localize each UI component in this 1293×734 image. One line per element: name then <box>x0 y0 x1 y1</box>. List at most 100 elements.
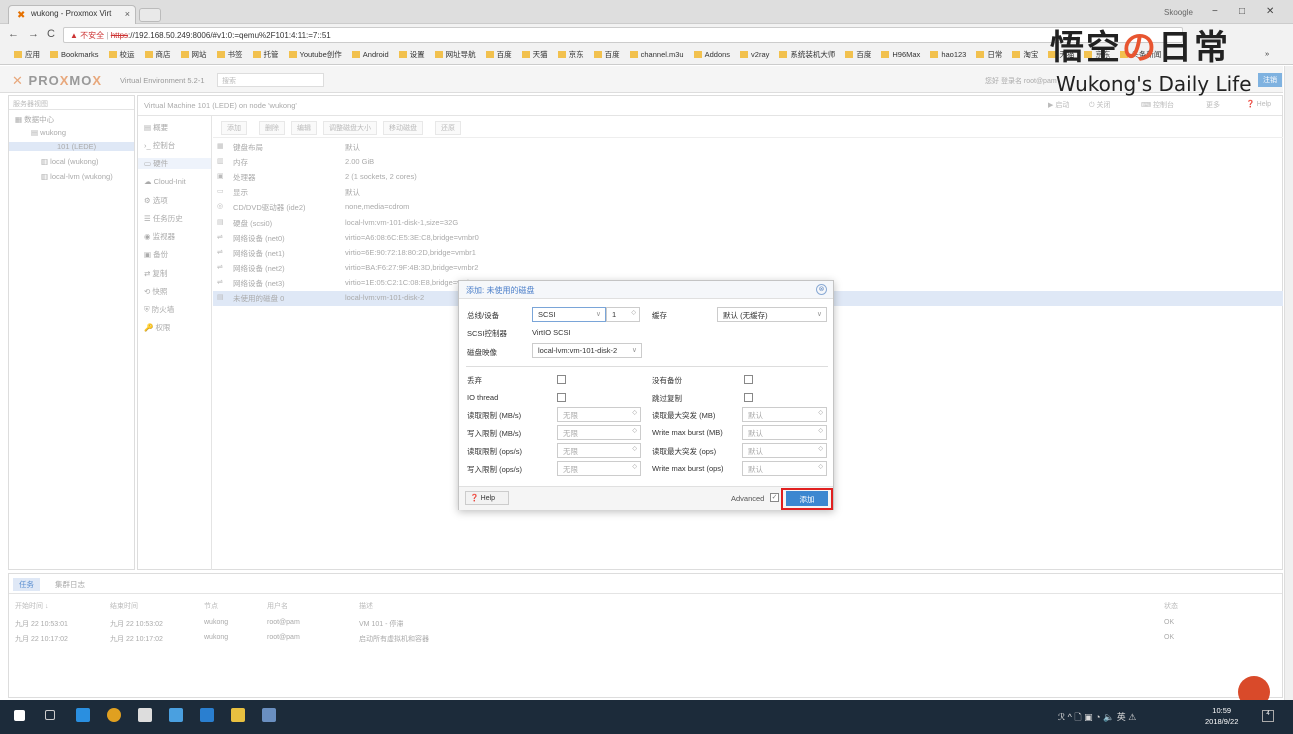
app-icon[interactable] <box>200 708 214 722</box>
tree-item-storage-lvm[interactable]: ▥ local-lvm (wukong) <box>41 172 113 181</box>
advanced-checkbox[interactable]: ✓ <box>770 493 779 502</box>
log-cell[interactable]: VM 101 - 停滞 <box>359 619 403 629</box>
bus-select[interactable]: SCSI ∨ <box>532 307 606 322</box>
bookmark-item[interactable]: 百度 <box>593 49 620 60</box>
bookmark-item[interactable]: 书签 <box>216 49 243 60</box>
bookmark-item[interactable]: channel.m3u <box>629 50 684 59</box>
start-button[interactable]: ▶ 启动 <box>1048 100 1069 110</box>
chrome-icon[interactable] <box>107 708 121 722</box>
cache-select[interactable]: 默认 (无缓存) ∨ <box>717 307 827 322</box>
pve-search-input[interactable]: 搜索 <box>217 73 324 87</box>
nav-item-task-history[interactable]: ☰ 任务历史 <box>144 213 183 224</box>
col-end-time[interactable]: 结束时间 <box>110 601 138 611</box>
more-button[interactable]: 更多 <box>1206 100 1220 110</box>
disk-image-select[interactable]: local-lvm:vm-101-disk-2 ∨ <box>532 343 642 358</box>
col-start-time[interactable]: 开始时间 ↓ <box>15 601 48 611</box>
system-tray[interactable]: ℛ ^ 🗋 ▣ ◔ 🔈 英 ⚠ <box>1058 710 1136 726</box>
log-cell[interactable]: root@pam <box>267 619 300 626</box>
hardware-row[interactable]: ⇌ 网络设备 (net2) virtio=BA:F6:27:9F:4B:3D,bri… <box>213 261 1283 276</box>
hardware-row[interactable]: ▥ 内存 2.00 GiB <box>213 155 1283 170</box>
insecure-badge[interactable]: ▲ 不安全 <box>70 31 104 40</box>
bookmark-item[interactable]: 托管 <box>252 49 279 60</box>
nav-item-cloud-init[interactable]: ☁ Cloud-Init <box>144 177 186 186</box>
clock[interactable]: 10:59 2018/9/22 <box>1205 705 1238 727</box>
col-user[interactable]: 用户名 <box>267 601 288 611</box>
nav-item-hardware[interactable]: ▭ 硬件 <box>138 158 211 170</box>
bookmark-item[interactable]: 应用 <box>14 49 40 60</box>
burst-input[interactable]: 默认 ◇ <box>742 443 827 458</box>
skip-replication-checkbox[interactable] <box>744 393 753 402</box>
edit-button[interactable]: 编辑 <box>291 121 317 135</box>
bookmark-item[interactable]: Youtube创作 <box>288 49 342 60</box>
tab-cluster-log[interactable]: 集群日志 <box>49 578 91 591</box>
page-scrollbar[interactable] <box>1284 66 1293 700</box>
url-input[interactable]: ▲ 不安全 | https://192.168.50.249:8006/#v1:… <box>63 27 1183 43</box>
tab-close-icon[interactable]: × <box>125 9 130 19</box>
rate-limit-input[interactable]: 无限 ◇ <box>557 443 641 458</box>
revert-button[interactable]: 还原 <box>435 121 461 135</box>
bookmark-item[interactable]: 京东 <box>557 49 584 60</box>
nav-item-snapshots[interactable]: ⟲ 快照 <box>144 286 167 297</box>
server-view-select[interactable]: 服务器视图 <box>9 96 134 110</box>
log-cell[interactable]: 九月 22 10:17:02 <box>15 634 68 644</box>
logout-button[interactable]: 注销 <box>1258 73 1282 87</box>
new-tab-button[interactable] <box>139 8 161 22</box>
bookmark-item[interactable]: 网站 <box>180 49 207 60</box>
discard-checkbox[interactable] <box>557 375 566 384</box>
bookmark-item[interactable]: 淘宝 <box>1012 49 1038 60</box>
add-disk-button[interactable]: 添加 <box>786 491 828 506</box>
col-status[interactable]: 状态 <box>1164 601 1178 611</box>
bookmark-item[interactable]: 百度 <box>845 49 871 60</box>
burst-input[interactable]: 默认 ◇ <box>742 461 827 476</box>
log-cell[interactable]: 九月 22 10:17:02 <box>110 634 163 644</box>
bookmark-item[interactable]: Addons <box>693 50 730 59</box>
bookmark-item[interactable]: Android <box>351 50 389 59</box>
log-cell[interactable]: root@pam <box>267 634 300 641</box>
close-icon[interactable]: ⊗ <box>816 284 827 295</box>
tree-item-node[interactable]: ▤ wukong <box>31 128 66 137</box>
dialog-help-button[interactable]: ❓ Help <box>465 491 509 505</box>
app-icon[interactable] <box>76 708 90 722</box>
burst-input[interactable]: 默认 ◇ <box>742 425 827 440</box>
more-bookmarks-button[interactable]: » <box>1265 49 1269 58</box>
profile-name[interactable]: Skoogle <box>1164 8 1193 17</box>
nav-item-options[interactable]: ⚙ 选项 <box>144 195 168 206</box>
hardware-row[interactable]: ◎ CD/DVD驱动器 (ide2) none,media=cdrom <box>213 200 1283 215</box>
log-cell[interactable]: wukong <box>204 619 228 626</box>
shutdown-button[interactable]: ⏻ 关闭 <box>1089 100 1110 110</box>
hardware-row[interactable]: ▭ 显示 默认 <box>213 185 1283 200</box>
nav-item-console[interactable]: ›_ 控制台 <box>144 140 175 151</box>
forward-button[interactable]: → <box>28 28 39 40</box>
tree-item-storage-local[interactable]: ▥ local (wukong) <box>41 157 99 166</box>
burst-input[interactable]: 默认 ◇ <box>742 407 827 422</box>
tree-item-vm[interactable]: 101 (LEDE) <box>9 142 134 151</box>
tree-item-datacenter[interactable]: ▦ 数据中心 <box>15 114 54 125</box>
nav-item-replication[interactable]: ⇄ 复制 <box>144 268 167 279</box>
move-disk-button[interactable]: 移动磁盘 <box>383 121 423 135</box>
device-index-stepper[interactable]: 1 ◇ <box>606 307 640 322</box>
iothread-checkbox[interactable] <box>557 393 566 402</box>
app-icon[interactable] <box>262 708 276 722</box>
bookmark-item[interactable]: Bookmarks <box>50 50 99 59</box>
log-cell[interactable]: OK <box>1164 634 1174 641</box>
log-cell[interactable]: OK <box>1164 619 1174 626</box>
bookmark-item[interactable]: 日常 <box>976 49 1002 60</box>
tab-tasks[interactable]: 任务 <box>13 578 40 591</box>
hardware-row[interactable]: ⇌ 网络设备 (net1) virtio=6E:90:72:18:80:2D,bri… <box>213 246 1283 261</box>
log-cell[interactable]: wukong <box>204 634 228 641</box>
rate-limit-input[interactable]: 无限 ◇ <box>557 425 641 440</box>
bookmark-item[interactable]: 校运 <box>108 49 135 60</box>
notification-icon[interactable]: 4 <box>1262 710 1274 722</box>
bookmark-item[interactable]: 网址导航 <box>434 49 476 60</box>
resize-disk-button[interactable]: 调整磁盘大小 <box>323 121 377 135</box>
log-cell[interactable]: 九月 22 10:53:02 <box>110 619 163 629</box>
nav-item-summary[interactable]: ▤ 概要 <box>144 122 168 133</box>
windows-start-icon[interactable] <box>14 710 25 721</box>
reload-button[interactable]: C <box>47 28 55 40</box>
app-icon[interactable] <box>169 708 183 722</box>
bookmark-item[interactable]: 商店 <box>144 49 171 60</box>
bookmark-item[interactable]: 天猫 <box>521 49 548 60</box>
col-description[interactable]: 描述 <box>359 601 373 611</box>
bookmark-item[interactable]: 设置 <box>398 49 425 60</box>
nav-item-permissions[interactable]: 🔑 权限 <box>144 322 170 333</box>
